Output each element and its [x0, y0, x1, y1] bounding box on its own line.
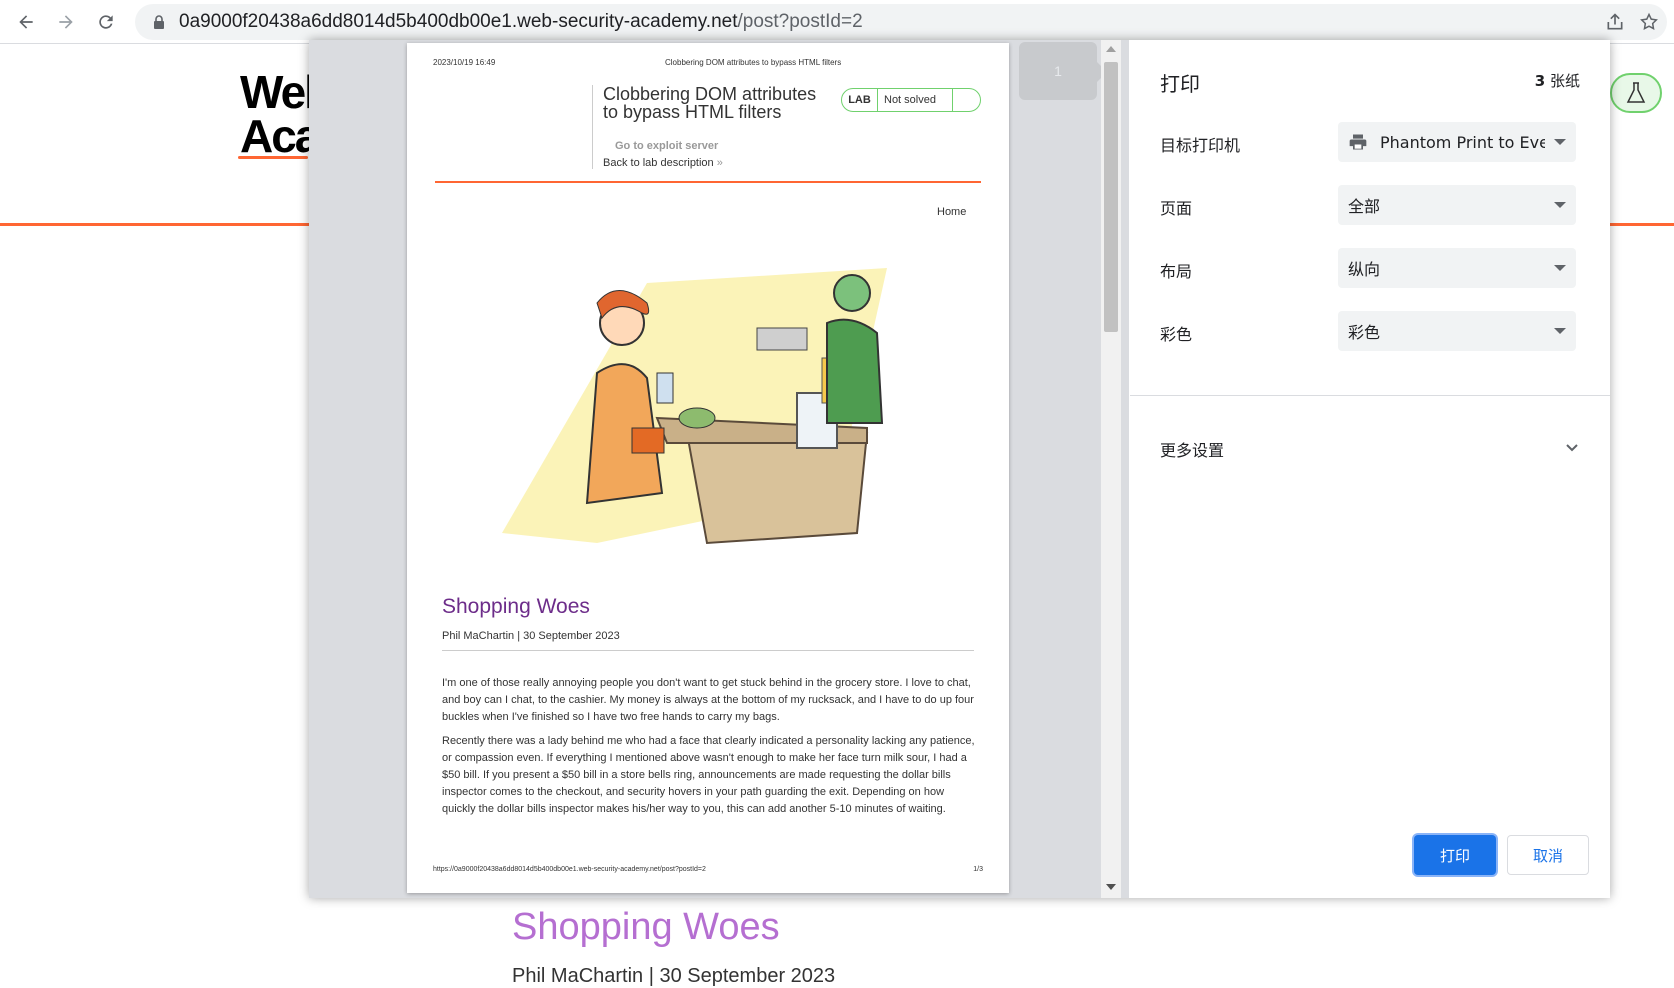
- arrow-left-icon: [19, 15, 33, 29]
- reload-button[interactable]: [86, 2, 126, 42]
- chevron-down-icon: [1566, 444, 1578, 452]
- page-thumbnail[interactable]: 1: [1019, 42, 1107, 100]
- more-settings-label: 更多设置: [1160, 441, 1225, 460]
- print-preview-area: 2023/10/19 16:49 Clobbering DOM attribut…: [309, 40, 1129, 898]
- color-label: 彩色: [1160, 325, 1193, 344]
- page-header-date: 2023/10/19 16:49: [433, 58, 496, 67]
- pages-label: 页面: [1160, 199, 1193, 218]
- color-value: 彩色: [1348, 323, 1381, 342]
- pages-value: 全部: [1348, 197, 1381, 216]
- destination-label: 目标打印机: [1160, 136, 1241, 155]
- scrollbar-thumb[interactable]: [1104, 62, 1118, 332]
- back-button[interactable]: [6, 2, 46, 42]
- settings-divider: [1130, 395, 1610, 396]
- dropdown-caret-icon: [1554, 202, 1566, 208]
- pages-row: 页面 全部: [1160, 185, 1580, 225]
- lab-status-badge: LAB Not solved: [841, 88, 981, 112]
- pages-select[interactable]: 全部: [1338, 185, 1576, 225]
- sheet-count-number: 3: [1534, 72, 1546, 90]
- scroll-up-arrow-icon[interactable]: [1106, 46, 1116, 52]
- layout-select[interactable]: 纵向: [1338, 248, 1576, 288]
- browser-toolbar: 0a9000f20438a6dd8014d5b400db00e1.web-sec…: [0, 0, 1674, 44]
- post-divider: [442, 650, 974, 651]
- address-bar-actions: [1605, 4, 1659, 40]
- url-path: /post?postId=2: [737, 11, 863, 32]
- color-select[interactable]: 彩色: [1338, 311, 1576, 351]
- dropdown-caret-icon: [1554, 265, 1566, 271]
- layout-row: 布局 纵向: [1160, 248, 1580, 288]
- background-post-author: Phil MaChartin | 30 September 2023: [512, 965, 836, 987]
- sheet-count: 3 张纸: [1535, 70, 1580, 91]
- bookmark-star-icon[interactable]: [1639, 12, 1659, 32]
- more-settings-toggle[interactable]: 更多设置: [1160, 433, 1580, 463]
- print-title: 打印: [1160, 72, 1200, 96]
- page-orange-divider: [435, 181, 981, 183]
- print-button[interactable]: 打印: [1414, 835, 1496, 875]
- logo-line-1: Wel: [240, 66, 317, 118]
- home-link: Home: [937, 206, 967, 218]
- dropdown-caret-icon: [1554, 139, 1566, 145]
- scroll-down-arrow-icon[interactable]: [1106, 884, 1116, 890]
- layout-label: 布局: [1160, 262, 1193, 281]
- lock-icon[interactable]: [151, 14, 167, 30]
- shopping-illustration: [502, 268, 887, 545]
- flask-icon: [1626, 82, 1646, 103]
- page-header-title: Clobbering DOM attributes to bypass HTML…: [665, 58, 842, 67]
- sheet-count-unit: 张纸: [1549, 72, 1580, 90]
- logo-underline: [238, 156, 308, 159]
- preview-page: 2023/10/19 16:49 Clobbering DOM attribut…: [407, 43, 1009, 893]
- back-to-lab-link: Back to lab description »: [603, 157, 723, 169]
- chevron-right-icon: »: [716, 157, 723, 169]
- layout-value: 纵向: [1348, 260, 1381, 279]
- lab-title: Clobbering DOM attributes to bypass HTML…: [603, 84, 817, 122]
- print-dialog: 2023/10/19 16:49 Clobbering DOM attribut…: [309, 40, 1610, 898]
- url-text[interactable]: 0a9000f20438a6dd8014d5b400db00e1.web-sec…: [179, 11, 863, 33]
- exploit-server-link: Go to exploit server: [615, 140, 719, 152]
- background-logo: Wel Aca: [240, 66, 320, 162]
- background-post-title: Shopping Woes: [512, 906, 780, 948]
- lab-label: LAB: [842, 89, 878, 111]
- arrow-right-icon: [59, 15, 73, 29]
- url-host: 0a9000f20438a6dd8014d5b400db00e1.web-sec…: [179, 11, 738, 32]
- printer-icon: [1349, 134, 1367, 150]
- cancel-button[interactable]: 取消: [1507, 835, 1589, 875]
- forward-button[interactable]: [46, 2, 86, 42]
- destination-value: Phantom Print to Everr: [1380, 132, 1545, 152]
- destination-select[interactable]: Phantom Print to Everr: [1338, 122, 1576, 162]
- reload-icon: [99, 15, 113, 29]
- destination-row: 目标打印机 Phantom Print to Everr: [1160, 122, 1580, 162]
- page-footer-number: 1/3: [973, 866, 983, 873]
- post-author: Phil MaChartin | 30 September 2023: [442, 630, 620, 642]
- preview-scrollbar[interactable]: [1101, 40, 1121, 898]
- color-row: 彩色 彩色: [1160, 311, 1580, 351]
- page-footer-url: https://0a9000f20438a6dd8014d5b400db00e1…: [433, 866, 706, 873]
- dropdown-caret-icon: [1554, 328, 1566, 334]
- print-settings-panel: 打印 3 张纸 目标打印机 Phantom Print to Everr 页面 …: [1130, 40, 1610, 898]
- share-icon[interactable]: [1605, 12, 1625, 32]
- back-to-lab-text: Back to lab description: [603, 157, 714, 169]
- post-paragraph: Recently there was a lady behind me who …: [442, 735, 975, 815]
- lab-status-button[interactable]: [1610, 73, 1662, 113]
- post-paragraph: I'm one of those really annoying people …: [442, 677, 974, 723]
- lab-status-text: Not solved: [878, 89, 953, 111]
- post-title: Shopping Woes: [442, 595, 590, 618]
- header-separator: [592, 85, 593, 169]
- address-bar[interactable]: 0a9000f20438a6dd8014d5b400db00e1.web-sec…: [135, 4, 1667, 40]
- logo-line-2: Aca: [240, 110, 320, 162]
